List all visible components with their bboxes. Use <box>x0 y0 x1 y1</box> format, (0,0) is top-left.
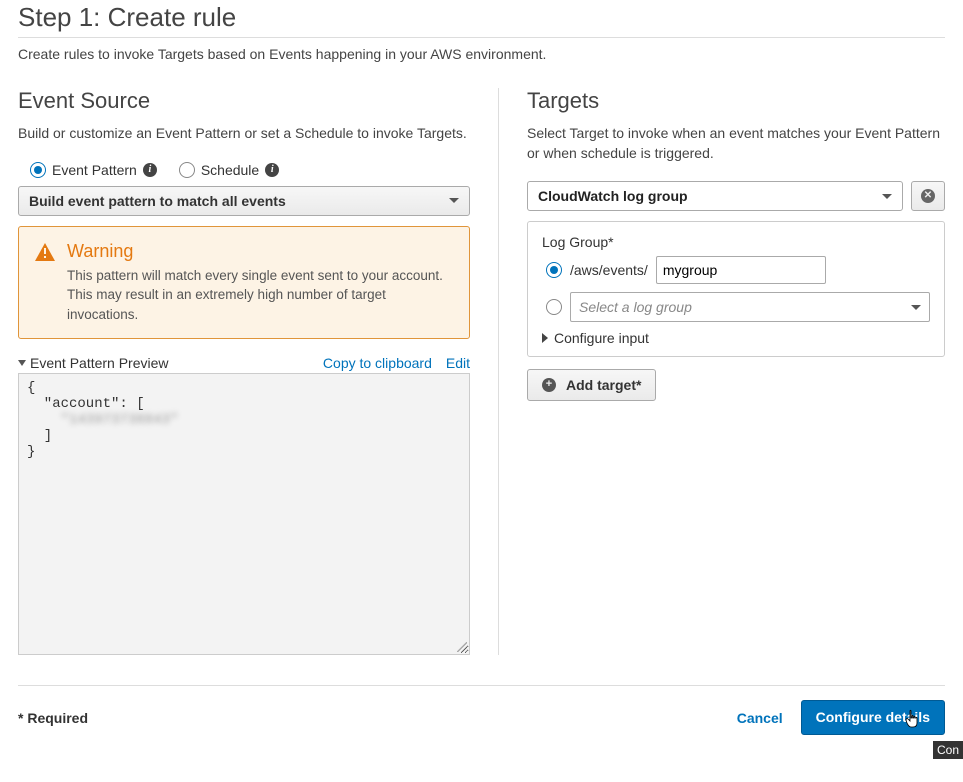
target-type-label: CloudWatch log group <box>538 188 688 204</box>
chevron-right-icon <box>542 333 548 343</box>
preview-toggle[interactable]: Event Pattern Preview <box>18 355 169 371</box>
target-type-dropdown[interactable]: CloudWatch log group <box>527 181 903 211</box>
info-icon[interactable]: i <box>143 163 157 177</box>
tooltip-fragment: Con <box>933 741 963 759</box>
title-divider <box>18 37 945 38</box>
chevron-down-icon <box>882 194 892 199</box>
event-pattern-dropdown-label: Build event pattern to match all events <box>29 193 286 209</box>
plus-icon: + <box>542 378 556 392</box>
event-source-description: Build or customize an Event Pattern or s… <box>18 124 470 144</box>
configure-input-toggle[interactable]: Configure input <box>542 330 930 346</box>
event-source-title: Event Source <box>18 88 470 114</box>
log-group-label: Log Group* <box>542 234 930 250</box>
radio-event-pattern[interactable]: Event Pattern i <box>30 162 157 178</box>
select-log-group-placeholder: Select a log group <box>579 299 692 315</box>
configure-input-label: Configure input <box>554 330 649 346</box>
radio-empty-icon <box>179 162 195 178</box>
configure-details-button[interactable]: Configure details <box>801 700 945 735</box>
warning-body: This pattern will match every single eve… <box>67 266 453 325</box>
chevron-down-icon <box>911 305 921 310</box>
footer-divider <box>18 685 945 686</box>
cancel-button[interactable]: Cancel <box>737 710 783 726</box>
radio-dot-icon[interactable] <box>546 262 562 278</box>
event-pattern-preview[interactable]: { "account": [ "143973738843" ] } <box>18 373 470 655</box>
targets-title: Targets <box>527 88 945 114</box>
radio-schedule-label: Schedule <box>201 162 259 178</box>
targets-panel: Targets Select Target to invoke when an … <box>498 88 945 655</box>
required-note: * Required <box>18 710 88 726</box>
add-target-label: Add target* <box>566 377 641 393</box>
chevron-down-icon <box>449 198 459 203</box>
preview-label-text: Event Pattern Preview <box>30 355 169 371</box>
warning-triangle-icon <box>35 243 55 261</box>
copy-to-clipboard-link[interactable]: Copy to clipboard <box>323 355 432 371</box>
warning-title: Warning <box>67 241 453 262</box>
info-icon[interactable]: i <box>265 163 279 177</box>
radio-schedule[interactable]: Schedule i <box>179 162 279 178</box>
page-title: Step 1: Create rule <box>18 2 945 33</box>
step-description: Create rules to invoke Targets based on … <box>18 46 945 62</box>
close-icon: ✕ <box>921 189 935 203</box>
event-pattern-dropdown[interactable]: Build event pattern to match all events <box>18 186 470 216</box>
remove-target-button[interactable]: ✕ <box>911 181 945 211</box>
log-group-prefix: /aws/events/ <box>570 262 648 278</box>
event-source-panel: Event Source Build or customize an Event… <box>18 88 498 655</box>
edit-link[interactable]: Edit <box>446 355 470 371</box>
add-target-button[interactable]: + Add target* <box>527 369 656 401</box>
radio-dot-icon <box>30 162 46 178</box>
cursor-pointer-icon <box>904 709 920 729</box>
chevron-down-icon <box>18 360 26 366</box>
radio-empty-icon[interactable] <box>546 299 562 315</box>
target-config-box: Log Group* /aws/events/ Select a log gro… <box>527 221 945 357</box>
warning-box: Warning This pattern will match every si… <box>18 226 470 340</box>
radio-event-pattern-label: Event Pattern <box>52 162 137 178</box>
targets-description: Select Target to invoke when an event ma… <box>527 124 945 163</box>
select-log-group-dropdown[interactable]: Select a log group <box>570 292 930 322</box>
log-group-name-input[interactable] <box>656 256 826 284</box>
